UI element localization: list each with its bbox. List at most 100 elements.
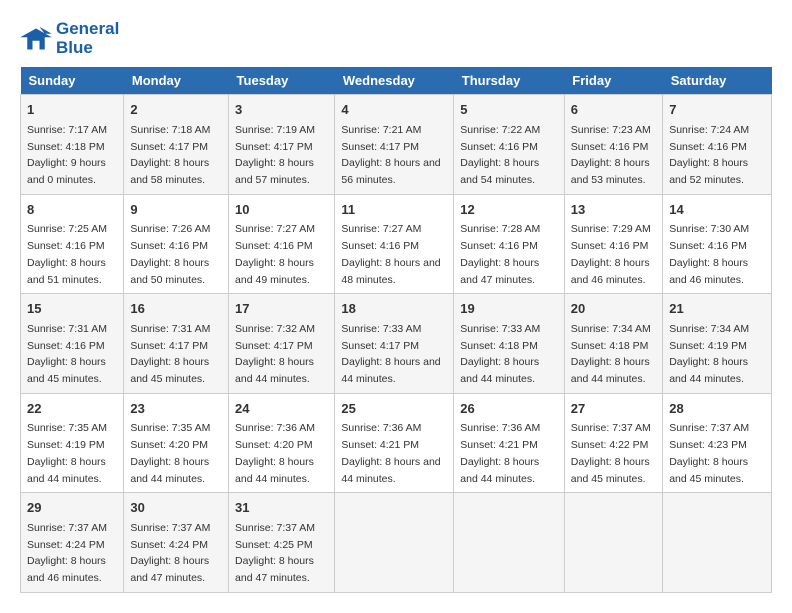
calendar-table: SundayMondayTuesdayWednesdayThursdayFrid… bbox=[20, 67, 772, 593]
logo-icon bbox=[20, 25, 52, 53]
day-info: Sunrise: 7:35 AMSunset: 4:20 PMDaylight:… bbox=[130, 422, 210, 484]
calendar-cell: 16 Sunrise: 7:31 AMSunset: 4:17 PMDaylig… bbox=[124, 294, 229, 394]
calendar-cell: 26 Sunrise: 7:36 AMSunset: 4:21 PMDaylig… bbox=[454, 393, 565, 493]
day-number: 11 bbox=[341, 200, 447, 220]
day-info: Sunrise: 7:31 AMSunset: 4:16 PMDaylight:… bbox=[27, 323, 107, 385]
day-number: 9 bbox=[130, 200, 222, 220]
calendar-cell bbox=[564, 493, 662, 593]
day-info: Sunrise: 7:37 AMSunset: 4:22 PMDaylight:… bbox=[571, 422, 651, 484]
calendar-cell: 19 Sunrise: 7:33 AMSunset: 4:18 PMDaylig… bbox=[454, 294, 565, 394]
header-thursday: Thursday bbox=[454, 67, 565, 95]
calendar-cell: 18 Sunrise: 7:33 AMSunset: 4:17 PMDaylig… bbox=[335, 294, 454, 394]
day-info: Sunrise: 7:30 AMSunset: 4:16 PMDaylight:… bbox=[669, 223, 749, 285]
calendar-cell: 29 Sunrise: 7:37 AMSunset: 4:24 PMDaylig… bbox=[21, 493, 124, 593]
day-number: 4 bbox=[341, 100, 447, 120]
calendar-cell: 24 Sunrise: 7:36 AMSunset: 4:20 PMDaylig… bbox=[229, 393, 335, 493]
calendar-cell: 7 Sunrise: 7:24 AMSunset: 4:16 PMDayligh… bbox=[663, 95, 772, 195]
calendar-cell: 11 Sunrise: 7:27 AMSunset: 4:16 PMDaylig… bbox=[335, 194, 454, 294]
calendar-cell: 1 Sunrise: 7:17 AMSunset: 4:18 PMDayligh… bbox=[21, 95, 124, 195]
day-number: 25 bbox=[341, 399, 447, 419]
day-info: Sunrise: 7:37 AMSunset: 4:24 PMDaylight:… bbox=[27, 522, 107, 584]
day-info: Sunrise: 7:37 AMSunset: 4:23 PMDaylight:… bbox=[669, 422, 749, 484]
day-info: Sunrise: 7:23 AMSunset: 4:16 PMDaylight:… bbox=[571, 124, 651, 186]
header-tuesday: Tuesday bbox=[229, 67, 335, 95]
day-number: 16 bbox=[130, 299, 222, 319]
day-info: Sunrise: 7:37 AMSunset: 4:25 PMDaylight:… bbox=[235, 522, 315, 584]
logo: General Blue bbox=[20, 20, 119, 57]
calendar-cell bbox=[663, 493, 772, 593]
calendar-cell: 12 Sunrise: 7:28 AMSunset: 4:16 PMDaylig… bbox=[454, 194, 565, 294]
day-info: Sunrise: 7:34 AMSunset: 4:19 PMDaylight:… bbox=[669, 323, 749, 385]
day-number: 14 bbox=[669, 200, 765, 220]
day-info: Sunrise: 7:29 AMSunset: 4:16 PMDaylight:… bbox=[571, 223, 651, 285]
calendar-cell: 15 Sunrise: 7:31 AMSunset: 4:16 PMDaylig… bbox=[21, 294, 124, 394]
day-number: 10 bbox=[235, 200, 328, 220]
day-info: Sunrise: 7:37 AMSunset: 4:24 PMDaylight:… bbox=[130, 522, 210, 584]
day-number: 20 bbox=[571, 299, 656, 319]
calendar-cell: 23 Sunrise: 7:35 AMSunset: 4:20 PMDaylig… bbox=[124, 393, 229, 493]
day-number: 5 bbox=[460, 100, 558, 120]
day-info: Sunrise: 7:25 AMSunset: 4:16 PMDaylight:… bbox=[27, 223, 107, 285]
calendar-cell: 30 Sunrise: 7:37 AMSunset: 4:24 PMDaylig… bbox=[124, 493, 229, 593]
calendar-cell: 17 Sunrise: 7:32 AMSunset: 4:17 PMDaylig… bbox=[229, 294, 335, 394]
day-info: Sunrise: 7:24 AMSunset: 4:16 PMDaylight:… bbox=[669, 124, 749, 186]
calendar-cell: 25 Sunrise: 7:36 AMSunset: 4:21 PMDaylig… bbox=[335, 393, 454, 493]
header-monday: Monday bbox=[124, 67, 229, 95]
day-number: 13 bbox=[571, 200, 656, 220]
calendar-cell: 22 Sunrise: 7:35 AMSunset: 4:19 PMDaylig… bbox=[21, 393, 124, 493]
day-number: 22 bbox=[27, 399, 117, 419]
day-number: 8 bbox=[27, 200, 117, 220]
calendar-cell bbox=[335, 493, 454, 593]
calendar-cell: 14 Sunrise: 7:30 AMSunset: 4:16 PMDaylig… bbox=[663, 194, 772, 294]
day-info: Sunrise: 7:33 AMSunset: 4:18 PMDaylight:… bbox=[460, 323, 540, 385]
day-number: 7 bbox=[669, 100, 765, 120]
calendar-cell: 6 Sunrise: 7:23 AMSunset: 4:16 PMDayligh… bbox=[564, 95, 662, 195]
calendar-cell bbox=[454, 493, 565, 593]
day-number: 30 bbox=[130, 498, 222, 518]
day-number: 1 bbox=[27, 100, 117, 120]
calendar-cell: 5 Sunrise: 7:22 AMSunset: 4:16 PMDayligh… bbox=[454, 95, 565, 195]
day-number: 21 bbox=[669, 299, 765, 319]
day-info: Sunrise: 7:17 AMSunset: 4:18 PMDaylight:… bbox=[27, 124, 107, 186]
calendar-header-row: SundayMondayTuesdayWednesdayThursdayFrid… bbox=[21, 67, 772, 95]
calendar-week-row: 8 Sunrise: 7:25 AMSunset: 4:16 PMDayligh… bbox=[21, 194, 772, 294]
calendar-week-row: 29 Sunrise: 7:37 AMSunset: 4:24 PMDaylig… bbox=[21, 493, 772, 593]
day-info: Sunrise: 7:22 AMSunset: 4:16 PMDaylight:… bbox=[460, 124, 540, 186]
calendar-cell: 27 Sunrise: 7:37 AMSunset: 4:22 PMDaylig… bbox=[564, 393, 662, 493]
calendar-cell: 2 Sunrise: 7:18 AMSunset: 4:17 PMDayligh… bbox=[124, 95, 229, 195]
day-info: Sunrise: 7:36 AMSunset: 4:21 PMDaylight:… bbox=[341, 422, 440, 484]
calendar-week-row: 15 Sunrise: 7:31 AMSunset: 4:16 PMDaylig… bbox=[21, 294, 772, 394]
day-number: 3 bbox=[235, 100, 328, 120]
calendar-cell: 10 Sunrise: 7:27 AMSunset: 4:16 PMDaylig… bbox=[229, 194, 335, 294]
calendar-cell: 13 Sunrise: 7:29 AMSunset: 4:16 PMDaylig… bbox=[564, 194, 662, 294]
header: General Blue bbox=[20, 20, 772, 57]
day-info: Sunrise: 7:28 AMSunset: 4:16 PMDaylight:… bbox=[460, 223, 540, 285]
day-info: Sunrise: 7:21 AMSunset: 4:17 PMDaylight:… bbox=[341, 124, 440, 186]
day-info: Sunrise: 7:27 AMSunset: 4:16 PMDaylight:… bbox=[235, 223, 315, 285]
calendar-cell: 21 Sunrise: 7:34 AMSunset: 4:19 PMDaylig… bbox=[663, 294, 772, 394]
header-saturday: Saturday bbox=[663, 67, 772, 95]
day-number: 29 bbox=[27, 498, 117, 518]
day-info: Sunrise: 7:36 AMSunset: 4:21 PMDaylight:… bbox=[460, 422, 540, 484]
calendar-cell: 3 Sunrise: 7:19 AMSunset: 4:17 PMDayligh… bbox=[229, 95, 335, 195]
day-number: 31 bbox=[235, 498, 328, 518]
day-info: Sunrise: 7:35 AMSunset: 4:19 PMDaylight:… bbox=[27, 422, 107, 484]
day-info: Sunrise: 7:19 AMSunset: 4:17 PMDaylight:… bbox=[235, 124, 315, 186]
day-info: Sunrise: 7:36 AMSunset: 4:20 PMDaylight:… bbox=[235, 422, 315, 484]
day-number: 17 bbox=[235, 299, 328, 319]
calendar-cell: 28 Sunrise: 7:37 AMSunset: 4:23 PMDaylig… bbox=[663, 393, 772, 493]
day-info: Sunrise: 7:33 AMSunset: 4:17 PMDaylight:… bbox=[341, 323, 440, 385]
day-number: 19 bbox=[460, 299, 558, 319]
day-info: Sunrise: 7:26 AMSunset: 4:16 PMDaylight:… bbox=[130, 223, 210, 285]
day-number: 24 bbox=[235, 399, 328, 419]
day-number: 18 bbox=[341, 299, 447, 319]
day-info: Sunrise: 7:31 AMSunset: 4:17 PMDaylight:… bbox=[130, 323, 210, 385]
header-friday: Friday bbox=[564, 67, 662, 95]
header-sunday: Sunday bbox=[21, 67, 124, 95]
calendar-cell: 4 Sunrise: 7:21 AMSunset: 4:17 PMDayligh… bbox=[335, 95, 454, 195]
day-number: 6 bbox=[571, 100, 656, 120]
header-wednesday: Wednesday bbox=[335, 67, 454, 95]
day-number: 23 bbox=[130, 399, 222, 419]
day-number: 27 bbox=[571, 399, 656, 419]
calendar-cell: 9 Sunrise: 7:26 AMSunset: 4:16 PMDayligh… bbox=[124, 194, 229, 294]
